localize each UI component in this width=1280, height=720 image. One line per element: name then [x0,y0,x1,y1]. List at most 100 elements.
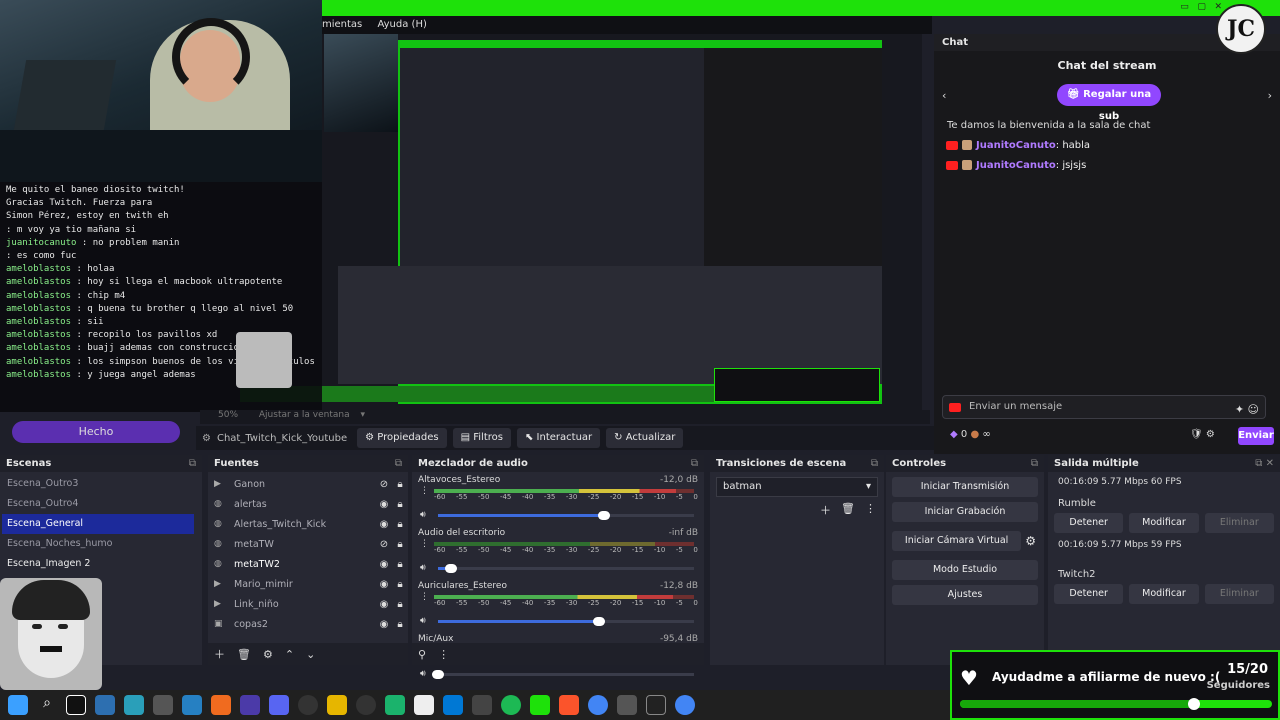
modify-button[interactable]: Modificar [1129,584,1199,604]
app-icon[interactable] [472,695,492,715]
eye-icon[interactable]: ◉ [376,559,392,570]
app-icon[interactable] [95,695,115,715]
zoom-fit[interactable]: Ajustar a la ventana [259,410,350,420]
source-item[interactable]: ◍ Alertas_Twitch_Kick ◉ 🔒︎ [208,514,408,534]
eye-hidden-icon[interactable]: ⊘ [376,539,392,550]
add-icon[interactable]: ＋ [820,502,831,518]
app-icon[interactable] [414,695,434,715]
source-item[interactable]: ▶ Link_niño ◉ 🔒︎ [208,594,408,614]
trash-icon[interactable]: 🗑︎ [841,502,855,518]
speaker-icon[interactable]: 🔊︎ [420,669,426,679]
transition-select[interactable]: batman ▾ [716,477,878,497]
start-recording-button[interactable]: Iniciar Grabación [892,502,1038,522]
zoom-level[interactable]: 50% [218,410,238,420]
float-icon[interactable]: ⧉ [395,455,402,472]
app-icon[interactable] [385,695,405,715]
source-item[interactable]: ◍ metaTW2 ◉ 🔒︎ [208,554,408,574]
source-item[interactable]: ◍ metaTW ⊘ 🔒︎ [208,534,408,554]
menu-dots-icon[interactable]: ⋮ [865,502,876,518]
volume-slider[interactable] [438,564,694,573]
float-icon[interactable]: ⧉ [189,455,196,472]
scene-item[interactable]: Escena_Imagen 2 [0,554,202,574]
scene-item[interactable]: Escena_Outro3 [0,474,202,494]
lock-icon[interactable]: 🔒︎ [392,599,408,610]
send-button[interactable]: Enviar [1238,427,1274,445]
eye-icon[interactable]: ◉ [376,619,392,630]
menu-item-help[interactable]: Ayuda (H) [377,19,426,30]
chat-settings-icons[interactable]: 🛡︎ ⚙ [1190,429,1215,440]
arrow-up-icon[interactable]: ⌃ [285,648,294,661]
menu-dots-icon[interactable]: ⋮ [420,592,429,602]
app-icon[interactable] [124,695,144,715]
chevron-right-icon[interactable]: › [1268,89,1272,102]
settings-button[interactable]: Ajustes [892,585,1038,605]
trash-icon[interactable]: 🗑︎ [237,648,251,661]
search-icon[interactable]: ⌕ [37,695,57,715]
volume-knob[interactable] [432,670,444,679]
float-icon[interactable]: ⧉ [871,455,878,472]
lock-icon[interactable]: 🔒︎ [392,499,408,510]
lock-icon[interactable]: 🔒︎ [392,479,408,490]
float-icon[interactable]: ⧉ [1031,455,1038,472]
lock-icon[interactable]: 🔒︎ [392,519,408,530]
remove-button[interactable]: Eliminar [1204,513,1274,533]
source-item[interactable]: ▶ Ganon ⊘ 🔒︎ [208,474,408,494]
source-item[interactable]: ▣ copas2 ◉ 🔒︎ [208,614,408,634]
app-icon[interactable] [240,695,260,715]
volume-knob[interactable] [598,511,611,520]
window-controls[interactable]: ▭ ▢ ✕ [1180,2,1222,12]
stop-button[interactable]: Detener [1054,513,1124,533]
scene-item[interactable]: Escena_Noches_humo [0,534,202,554]
app-icon[interactable] [530,695,550,715]
modify-button[interactable]: Modificar [1129,513,1199,533]
spotify-icon[interactable] [501,695,521,715]
gear-icon[interactable]: ⚙ [1025,534,1036,548]
gear-icon[interactable]: ⚙ [263,648,273,661]
app-icon[interactable] [211,695,231,715]
folder-icon[interactable] [327,695,347,715]
chrome-icon[interactable] [675,695,695,715]
chat-username[interactable]: JuanitoCanuto [976,160,1056,171]
speaker-icon[interactable]: 🔊︎ [420,563,426,573]
brave-icon[interactable] [559,695,579,715]
lock-icon[interactable]: 🔒︎ [392,559,408,570]
app-icon[interactable] [298,695,318,715]
remove-button[interactable]: Eliminar [1204,584,1274,604]
eye-icon[interactable]: ◉ [376,519,392,530]
terminal-icon[interactable] [646,695,666,715]
app-icon[interactable] [182,695,202,715]
volume-slider[interactable] [438,617,694,626]
menu-item-tools[interactable]: mientas [322,19,362,30]
speaker-icon[interactable]: 🔊︎ [420,510,426,520]
link-icon[interactable]: ⚲ [418,648,426,661]
interact-button[interactable]: ⬉ Interactuar [516,428,601,448]
menu-dots-icon[interactable]: ⋮ [420,486,429,496]
obs-icon[interactable] [356,695,376,715]
lock-icon[interactable]: 🔒︎ [392,539,408,550]
hecho-button[interactable]: Hecho [12,421,180,443]
chevron-down-icon[interactable]: ▾ [361,410,366,420]
arrow-down-icon[interactable]: ⌄ [306,648,315,661]
refresh-button[interactable]: ↻ Actualizar [606,428,684,448]
gift-sub-button[interactable]: 🎁︎ Regalar una sub [1057,84,1161,122]
windows-start-icon[interactable] [8,695,28,715]
app-icon[interactable] [153,695,173,715]
start-virtual-camera-button[interactable]: Iniciar Cámara Virtual [892,531,1022,551]
studio-mode-button[interactable]: Modo Estudio [892,560,1038,580]
source-item[interactable]: ▶ Mario_mimir ◉ 🔒︎ [208,574,408,594]
lock-icon[interactable]: 🔒︎ [392,619,408,630]
source-item[interactable]: ◍ alertas ◉ 🔒︎ [208,494,408,514]
eye-icon[interactable]: ◉ [376,599,392,610]
scene-item[interactable]: Escena_Outro4 [0,494,202,514]
chrome-icon[interactable] [588,695,608,715]
emote-icons[interactable]: ✦ ☺ [1235,399,1259,421]
eye-hidden-icon[interactable]: ⊘ [376,479,392,490]
eye-icon[interactable]: ◉ [376,499,392,510]
volume-slider[interactable] [432,670,694,679]
chat-input[interactable]: Enviar un mensaje ✦ ☺ [942,395,1266,419]
properties-button[interactable]: ⚙ Propiedades [357,428,447,448]
kick-app-icon[interactable] [66,695,86,715]
menu-dots-icon[interactable]: ⋮ [438,648,449,661]
vscode-icon[interactable] [443,695,463,715]
menu-dots-icon[interactable]: ⋮ [420,539,429,549]
